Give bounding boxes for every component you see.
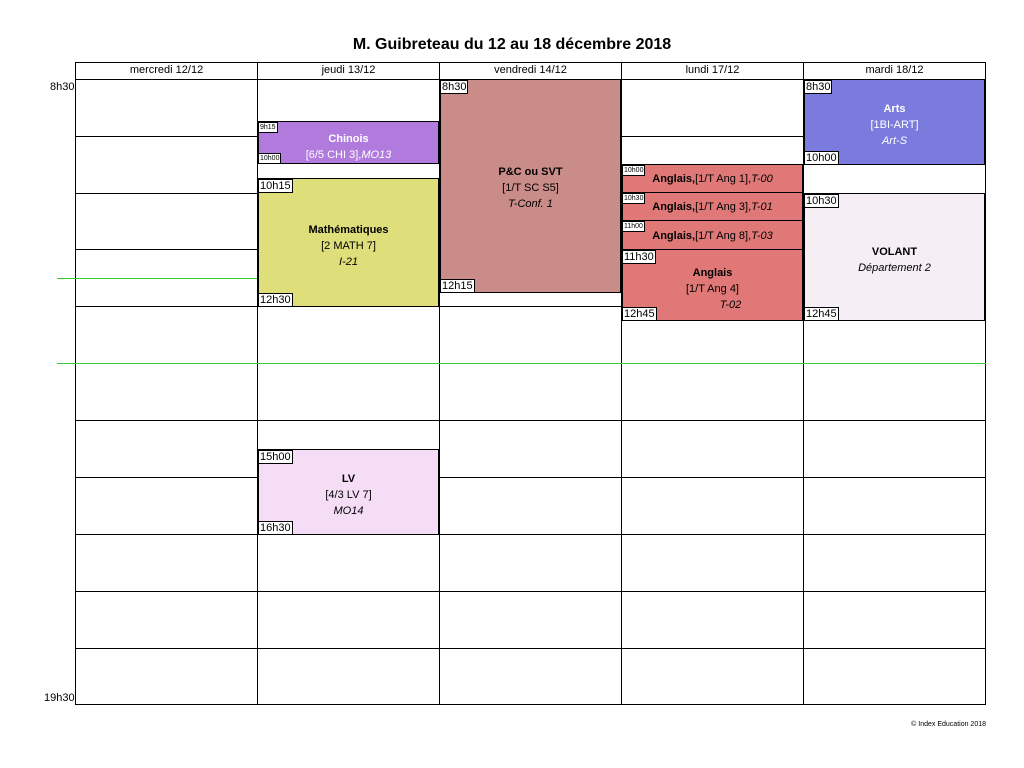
event-anglais[interactable]: Anglais,[1/T Ang 1],T-00 — [622, 164, 803, 193]
start-time-tag: 8h30 — [804, 80, 833, 94]
col-sep — [621, 62, 622, 705]
day-header: mercredi 12/12 — [129, 64, 204, 76]
break-line — [57, 278, 257, 279]
col-sep — [75, 62, 76, 705]
start-time-tag: 9h15 — [258, 122, 278, 133]
hour-line — [75, 648, 986, 649]
start-time-tag: 10h30 — [622, 193, 646, 204]
end-time-tag: 12h15 — [440, 279, 475, 293]
end-time-tag: 10h00 — [804, 151, 839, 165]
end-time-tag: 16h30 — [258, 521, 293, 535]
start-time-tag: 11h00 — [622, 221, 645, 232]
event-room: T-Conf. 1 — [508, 198, 553, 210]
event-room: Département 2 — [858, 262, 931, 274]
event-room: T-03 — [751, 230, 773, 242]
event-group: [1/T Ang 3], — [695, 201, 752, 213]
event-group: [2 MATH 7] — [321, 240, 376, 252]
start-time-tag: 11h30 — [622, 250, 656, 264]
col-sep — [985, 62, 986, 705]
event-pc-svt[interactable]: P&C ou SVT [1/T SC S5] T-Conf. 1 — [440, 79, 621, 293]
end-time-tag: 12h30 — [258, 293, 293, 307]
event-room: Art-S — [881, 135, 908, 147]
hour-line — [75, 591, 986, 592]
hour-line — [75, 420, 986, 421]
event-subject: Anglais — [692, 267, 733, 279]
event-subject: LV — [341, 473, 356, 485]
start-time-tag: 8h30 — [440, 80, 469, 94]
event-subject: Anglais, — [652, 201, 696, 213]
end-time-label: 19h30 — [44, 692, 75, 704]
event-room: T-00 — [751, 173, 773, 185]
event-group: [4/3 LV 7] — [325, 489, 372, 501]
break-line — [57, 363, 986, 364]
event-room: T-01 — [751, 201, 773, 213]
event-subject: Mathématiques — [308, 224, 389, 236]
event-subject: VOLANT — [871, 246, 918, 258]
start-time-tag: 15h00 — [258, 450, 293, 464]
end-time-tag: 10h00 — [258, 153, 282, 164]
event-anglais[interactable]: Anglais,[1/T Ang 8],T-03 — [622, 220, 803, 250]
event-group: [1/T Ang 8], — [695, 230, 752, 242]
event-group: [1/T SC S5] — [502, 182, 559, 194]
event-volant[interactable]: VOLANT Département 2 — [804, 193, 985, 321]
footer-copyright: © Index Education 2018 — [911, 721, 986, 728]
event-subject: P&C ou SVT — [498, 166, 563, 178]
event-room: I-21 — [339, 256, 358, 268]
day-header: jeudi 13/12 — [321, 64, 376, 76]
day-header: vendredi 14/12 — [494, 64, 567, 76]
event-anglais[interactable]: Anglais,[1/T Ang 3],T-01 — [622, 192, 803, 221]
hour-line — [75, 477, 986, 478]
event-subject: Anglais, — [652, 173, 696, 185]
event-group: [6/5 CHI 3], — [305, 149, 362, 161]
event-room: T-02 — [719, 299, 742, 311]
start-time-tag: 10h00 — [622, 165, 646, 176]
start-time-tag: 10h15 — [258, 179, 293, 193]
event-group: [1BI-ART] — [870, 119, 919, 131]
event-subject: Anglais, — [652, 230, 696, 242]
end-time-tag: 12h45 — [804, 307, 839, 321]
event-group: [1/T Ang 4] — [685, 283, 739, 295]
day-header: mardi 18/12 — [865, 64, 924, 76]
start-time-label: 8h30 — [50, 81, 75, 93]
day-header: lundi 17/12 — [685, 64, 740, 76]
hour-line — [75, 534, 986, 535]
event-group: [1/T Ang 1], — [695, 173, 752, 185]
event-chinois[interactable]: Chinois [6/5 CHI 3],MO13 — [258, 121, 439, 164]
event-room: MO13 — [361, 149, 392, 161]
event-mathematiques[interactable]: Mathématiques [2 MATH 7] I-21 — [258, 178, 439, 307]
start-time-tag: 10h30 — [804, 194, 839, 208]
event-room: MO14 — [333, 505, 364, 517]
hour-line — [75, 704, 986, 705]
event-subject: Arts — [883, 103, 906, 115]
event-subject: Chinois — [328, 133, 369, 145]
end-time-tag: 12h45 — [622, 307, 657, 321]
